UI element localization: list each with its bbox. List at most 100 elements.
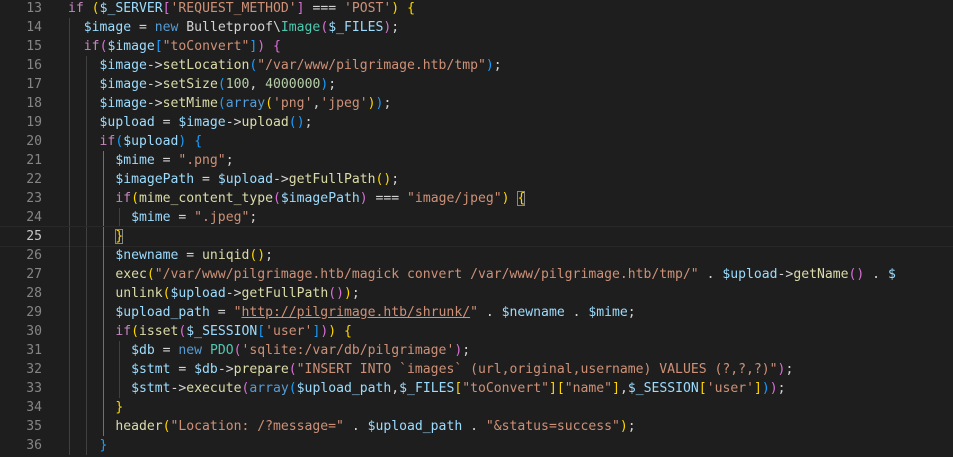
code-token: (: [162, 286, 171, 301]
code-line[interactable]: 30 if(isset($_SESSION['user'])) {: [0, 322, 953, 341]
code-token: $mime: [131, 210, 171, 225]
code-line[interactable]: 24 $mime = ".jpeg";: [0, 208, 953, 227]
code-token: }: [99, 438, 108, 453]
code-token: 'jpeg': [320, 96, 368, 111]
code-token: exec: [115, 267, 147, 282]
code-token: ".png": [178, 153, 226, 168]
code-line[interactable]: 29 $upload_path = "http://pilgrimage.htb…: [0, 303, 953, 322]
code-token: {: [273, 39, 281, 54]
code-token: ;: [627, 305, 636, 320]
code-line[interactable]: 19 $upload = $image->upload();: [0, 113, 953, 132]
code-token: =: [154, 153, 179, 168]
code-token: $upload_path: [296, 381, 392, 396]
code-token: =: [178, 248, 203, 263]
code-token: ): [391, 1, 400, 16]
code-text: }: [68, 436, 108, 455]
code-token: "toConvert": [162, 39, 250, 54]
code-line[interactable]: 27 exec("/var/www/pilgrimage.htb/magick …: [0, 265, 953, 284]
code-line[interactable]: 13 if ($_SERVER['REQUEST_METHOD'] === 'PO…: [0, 0, 953, 18]
line-number: 14: [26, 20, 42, 35]
code-token: $: [887, 267, 896, 282]
code-token: ;: [249, 210, 258, 225]
code-editor[interactable]: 13 if ($_SERVER['REQUEST_METHOD'] === 'PO…: [0, 0, 953, 457]
code-token: ,: [391, 381, 400, 396]
code-token: $mime: [588, 305, 628, 320]
code-token: [: [162, 1, 171, 16]
code-token: http://pilgrimage.htb/shrunk/: [241, 305, 471, 320]
code-token: $_FILES: [328, 20, 384, 35]
code-line[interactable]: 17 $image->setSize(100, 4000000);: [0, 75, 953, 94]
code-line[interactable]: 26 $newname = uniqid();: [0, 246, 953, 265]
code-token: ;: [627, 419, 636, 434]
code-token: ,: [249, 77, 266, 92]
code-token: (: [146, 267, 155, 282]
code-token: $newname: [115, 248, 179, 263]
line-number: 15: [26, 39, 42, 54]
code-token: ->: [777, 267, 794, 282]
code-line[interactable]: 36 }: [0, 436, 953, 455]
code-token: uniqid: [202, 248, 250, 263]
code-token: ->: [146, 96, 163, 111]
code-token: ): [343, 286, 352, 301]
code-token: =: [194, 172, 218, 187]
code-line[interactable]: 34 }: [0, 398, 953, 417]
code-token: $upload: [217, 172, 273, 187]
code-token: 'user': [706, 381, 754, 396]
code-token: PDO: [209, 343, 234, 358]
code-token: ;: [225, 153, 234, 168]
code-token: $upload: [722, 267, 778, 282]
code-line[interactable]: 28 unlink($upload->getFullPath());: [0, 284, 953, 303]
code-token: (: [288, 115, 297, 130]
code-text: exec("/var/www/pilgrimage.htb/magick con…: [68, 265, 896, 284]
code-token: $_FILES: [399, 381, 455, 396]
code-line[interactable]: 31 $db = new PDO('sqlite:/var/db/pilgrim…: [0, 341, 953, 360]
code-line[interactable]: 18 $image->setMime(array('png','jpeg'));: [0, 94, 953, 113]
code-token: 'user': [265, 324, 313, 339]
code-token: [: [154, 39, 163, 54]
code-token: if: [99, 134, 116, 149]
code-token: {: [344, 324, 352, 339]
code-line[interactable]: 33 $stmt->execute(array($upload_path,$_F…: [0, 379, 953, 398]
code-token: $stmt: [131, 362, 171, 377]
code-token: "&status=success": [485, 419, 620, 434]
code-token: "/var/www/pilgrimage.htb/magick convert …: [154, 267, 699, 282]
code-token: ]: [296, 1, 305, 16]
line-number: 20: [26, 134, 42, 149]
code-line[interactable]: 14 $image = new Bulletproof\Image($_FILE…: [0, 18, 953, 37]
code-line[interactable]: 35 header("Location: /?message=" . $uplo…: [0, 417, 953, 436]
code-token: Bulletproof\: [178, 20, 281, 35]
line-number: 26: [26, 248, 42, 263]
code-line[interactable]: 22 $imagePath = $upload->getFullPath();: [0, 170, 953, 189]
code-token: getFullPath: [288, 172, 376, 187]
code-token: ): [296, 115, 305, 130]
code-line[interactable]: 20 if($upload) {: [0, 132, 953, 151]
code-token: ): [359, 191, 368, 206]
code-line[interactable]: 21 $mime = ".png";: [0, 151, 953, 170]
code-token: .: [462, 419, 486, 434]
code-token: array: [249, 381, 289, 396]
code-token: ;: [383, 96, 392, 111]
code-token: ===: [304, 1, 344, 16]
code-token: execute: [186, 381, 242, 396]
code-line[interactable]: 32 $stmt = $db->prepare("INSERT INTO `im…: [0, 360, 953, 379]
code-line[interactable]: 23 if(mime_content_type($imagePath) === …: [0, 189, 953, 208]
code-token: "toConvert": [462, 381, 549, 396]
code-line[interactable]: 15 if($image["toConvert"]) {: [0, 37, 953, 56]
code-token: $imagePath: [115, 172, 195, 187]
line-number: 32: [26, 362, 42, 377]
code-line[interactable]: 25 }: [0, 226, 953, 247]
code-token: unlink: [115, 286, 163, 301]
code-token: new: [154, 20, 179, 35]
code-token: ;: [462, 343, 471, 358]
line-number: 34: [26, 400, 42, 415]
code-token: ".jpeg": [194, 210, 250, 225]
code-token: $image: [83, 20, 132, 35]
code-token: ): [619, 419, 628, 434]
code-line[interactable]: 16 $image->setLocation("/var/www/pilgrim…: [0, 56, 953, 75]
code-token: new: [178, 343, 203, 358]
